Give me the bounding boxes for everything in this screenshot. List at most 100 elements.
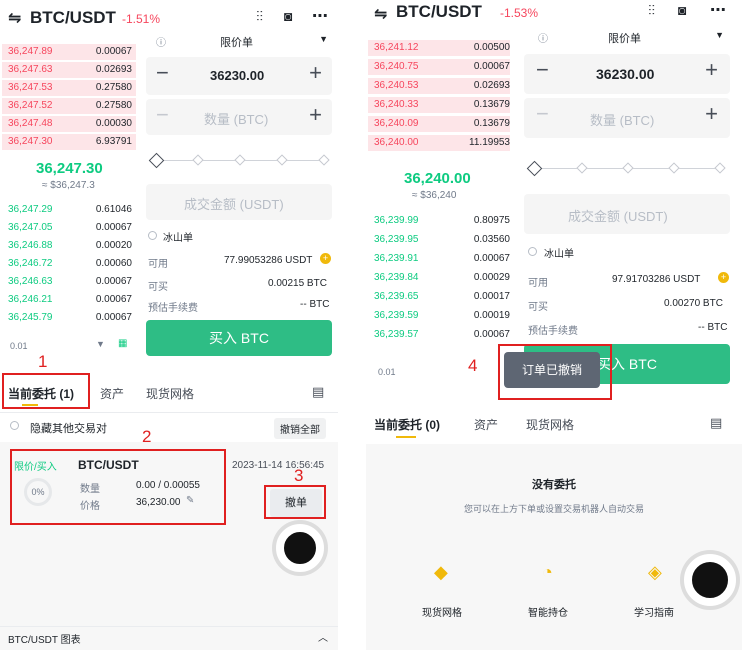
learn-guide-label[interactable]: 学习指南 [634, 604, 674, 619]
ask-row[interactable]: 36,240.00 11.19953 [366, 134, 512, 152]
add-funds-icon[interactable]: + [718, 272, 729, 283]
quantity-input[interactable]: − 数量 (BTC) + [146, 99, 332, 135]
tab-open-orders[interactable]: 当前委托 (0) [374, 416, 440, 433]
ask-row[interactable]: 36,240.53 0.02693 [366, 77, 512, 95]
slider-stop[interactable] [276, 154, 288, 166]
empty-area-bg [366, 444, 742, 650]
bid-row[interactable]: 36,239.91 0.00067 [366, 250, 512, 268]
tab-spot-grid[interactable]: 现货网格 [526, 416, 574, 433]
quantity-input[interactable]: − 数量 (BTC) + [524, 98, 730, 138]
bid-row[interactable]: 36,245.79 0.00067 [0, 309, 138, 327]
ask-row[interactable]: 36,241.12 0.00500 [366, 39, 512, 57]
ask-row[interactable]: 36,247.89 0.00067 [0, 43, 138, 61]
bid-row[interactable]: 36,246.63 0.00067 [0, 273, 138, 291]
ask-row[interactable]: 36,247.63 0.02693 [0, 61, 138, 79]
ask-row[interactable]: 36,247.53 0.27580 [0, 79, 138, 97]
ask-row[interactable]: 36,240.75 0.00067 [366, 58, 512, 76]
bid-row[interactable]: 36,239.99 0.80975 [366, 212, 512, 230]
pair-title[interactable]: BTC/USDT [30, 8, 116, 28]
more-icon[interactable]: ⋯ [312, 6, 328, 26]
book-price: 36,240.33 [374, 99, 419, 110]
swap-icon[interactable]: ⇋ [374, 4, 387, 24]
bid-row[interactable]: 36,239.95 0.03560 [366, 231, 512, 249]
smart-position-icon[interactable]: ◔ [542, 562, 553, 583]
spot-grid-label[interactable]: 现货网格 [422, 604, 462, 619]
plus-icon[interactable]: + [705, 101, 718, 127]
order-type-select[interactable]: ⓘ 限价单 ▼ [538, 30, 728, 45]
plus-icon[interactable]: + [309, 102, 322, 128]
bot-icon[interactable]: ◙ [284, 8, 292, 24]
slider-stop[interactable] [234, 154, 246, 166]
amount-input[interactable]: 成交金额 (USDT) [524, 194, 730, 234]
chart-bar[interactable]: BTC/USDT 图表 ︿ [0, 626, 338, 650]
ask-row[interactable]: 36,240.09 0.13679 [366, 115, 512, 133]
slider-handle[interactable] [148, 152, 165, 169]
book-price: 36,239.57 [374, 329, 419, 340]
depth-dropdown-icon[interactable]: ▼ [96, 339, 105, 349]
pair-title[interactable]: BTC/USDT [396, 2, 482, 22]
minus-icon[interactable]: − [536, 101, 549, 127]
bid-row[interactable]: 36,246.72 0.00060 [0, 255, 138, 273]
more-icon[interactable]: ⋯ [710, 0, 726, 20]
floating-assistant-button[interactable] [684, 554, 736, 606]
iceberg-checkbox[interactable] [148, 231, 157, 240]
bid-row[interactable]: 36,239.57 0.00067 [366, 326, 512, 344]
bid-row[interactable]: 36,247.29 0.61046 [0, 201, 138, 219]
amount-input[interactable]: 成交金额 (USDT) [146, 184, 332, 220]
buy-btc-button[interactable]: 买入 BTC [146, 320, 332, 356]
bot-icon[interactable]: ◙ [678, 2, 686, 18]
orders-history-icon[interactable]: ▤ [312, 384, 324, 400]
hide-pairs-checkbox[interactable] [10, 421, 19, 430]
book-price: 36,239.65 [374, 291, 419, 302]
bid-row[interactable]: 36,247.05 0.00067 [0, 219, 138, 237]
book-layout-icon[interactable]: ▦ [118, 338, 127, 349]
price-input[interactable]: − 36230.00 + [524, 54, 730, 94]
minus-icon[interactable]: − [536, 57, 549, 83]
chart-icon[interactable]: ⫶⫶ [256, 8, 263, 25]
orders-history-icon[interactable]: ▤ [710, 415, 722, 431]
bid-row[interactable]: 36,239.65 0.00017 [366, 288, 512, 306]
tab-assets[interactable]: 资产 [474, 416, 498, 433]
fee-value: -- BTC [698, 322, 728, 333]
cancel-all-button[interactable]: 撤销全部 [274, 418, 326, 439]
swap-icon[interactable]: ⇋ [8, 8, 21, 28]
slider-handle[interactable] [526, 160, 543, 177]
learn-guide-icon[interactable]: ◈ [648, 562, 662, 583]
bid-row[interactable]: 36,239.59 0.00019 [366, 307, 512, 325]
annotation-number: 1 [38, 352, 48, 371]
depth-step[interactable]: 0.01 [10, 341, 28, 351]
plus-icon[interactable]: + [705, 57, 718, 83]
percent-slider[interactable] [148, 152, 330, 169]
chevron-up-icon: ︿ [318, 633, 328, 644]
smart-position-label[interactable]: 智能持仓 [528, 604, 568, 619]
bid-row[interactable]: 36,246.88 0.00020 [0, 237, 138, 255]
percent-slider[interactable] [526, 160, 728, 177]
book-qty: 0.00060 [95, 258, 132, 269]
ask-row[interactable]: 36,247.30 6.93791 [0, 133, 138, 151]
depth-step[interactable]: 0.01 [378, 367, 396, 377]
slider-stop[interactable] [622, 162, 634, 174]
ask-row[interactable]: 36,240.33 0.13679 [366, 96, 512, 114]
chart-icon[interactable]: ⫶⫶ [648, 2, 655, 19]
order-type-select[interactable]: ⓘ 限价单 ▼ [156, 34, 332, 49]
ask-row[interactable]: 36,247.52 0.27580 [0, 97, 138, 115]
slider-stop[interactable] [318, 154, 330, 166]
book-price: 36,240.09 [374, 118, 419, 129]
price-input[interactable]: − 36230.00 + [146, 57, 332, 95]
minus-icon[interactable]: − [156, 102, 169, 128]
spot-grid-icon[interactable]: ◆ [434, 562, 448, 583]
tab-assets[interactable]: 资产 [100, 385, 124, 402]
slider-stop[interactable] [668, 162, 680, 174]
bid-row[interactable]: 36,239.84 0.00029 [366, 269, 512, 287]
slider-stop[interactable] [714, 162, 726, 174]
slider-stop[interactable] [192, 154, 204, 166]
add-funds-icon[interactable]: + [320, 253, 331, 264]
slider-stop[interactable] [576, 162, 588, 174]
bid-row[interactable]: 36,246.21 0.00067 [0, 291, 138, 309]
iceberg-checkbox[interactable] [528, 247, 537, 256]
ask-row[interactable]: 36,247.48 0.00030 [0, 115, 138, 133]
minus-icon[interactable]: − [156, 60, 169, 86]
plus-icon[interactable]: + [309, 60, 322, 86]
tab-spot-grid[interactable]: 现货网格 [146, 385, 194, 402]
floating-assistant-button[interactable] [276, 524, 324, 572]
